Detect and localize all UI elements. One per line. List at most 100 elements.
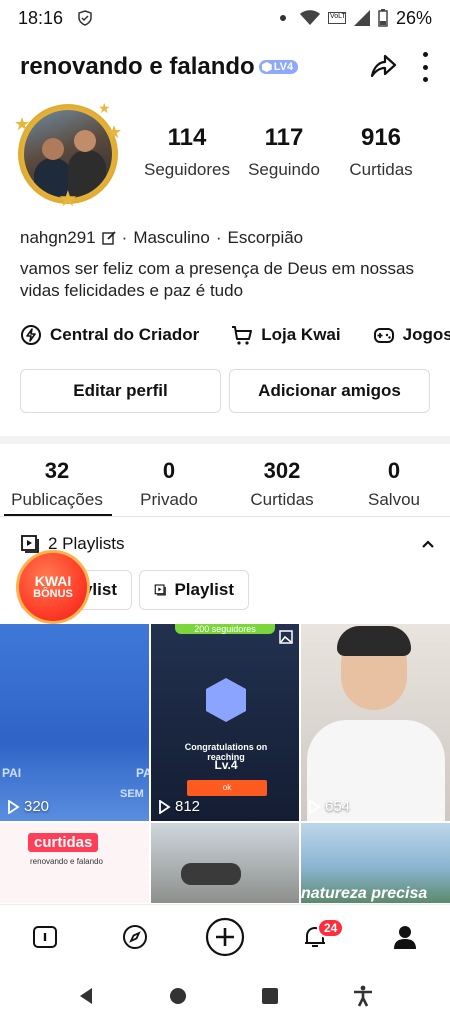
likes-stat[interactable]: 916 Curtidas (331, 124, 431, 180)
profile-info-line: nahgn291 · Masculino · Escorpião (20, 228, 303, 248)
followers-stat[interactable]: 114 Seguidores (137, 124, 237, 180)
more-dot-icon (422, 77, 428, 82)
star-icon: ★ (58, 186, 78, 211)
thumbnail-hair (337, 626, 411, 656)
compass-icon (123, 924, 147, 949)
level-badge[interactable]: LV4 (258, 60, 299, 74)
view-count-value: 654 (325, 798, 351, 815)
nav-discover[interactable] (107, 912, 163, 962)
tab-private-label: Privado (140, 490, 198, 509)
cart-icon (232, 326, 253, 345)
playlist-icon (154, 584, 166, 596)
followers-count: 114 (167, 124, 207, 151)
nav-create[interactable] (197, 912, 253, 962)
following-label: Seguindo (248, 160, 320, 179)
creator-center-link[interactable]: Central do Criador (20, 324, 199, 346)
nav-profile[interactable] (377, 912, 433, 962)
level-text: Lv.4 (214, 758, 238, 772)
following-count: 117 (264, 124, 304, 151)
tab-posts[interactable]: 32 Publicações (2, 458, 112, 510)
thumbnail-motorbike (181, 863, 241, 885)
image-icon (279, 630, 293, 644)
thumbnail-caption: renovando e falando (30, 857, 103, 866)
playlists-header[interactable]: 2 Playlists (20, 532, 436, 556)
edit-profile-button[interactable]: Editar perfil (20, 369, 221, 413)
tabs-divider (0, 516, 450, 517)
kwai-bonus-line2: BÔNUS (33, 587, 73, 600)
following-stat[interactable]: 117 Seguindo (234, 124, 334, 180)
status-bar: 18:16 VoLTE 26% (0, 0, 450, 36)
back-icon[interactable] (76, 986, 96, 1006)
kwai-bonus-line1: KWAI (34, 572, 72, 589)
accessibility-icon[interactable] (352, 985, 374, 1007)
share-icon (370, 54, 397, 78)
more-dot-icon (422, 64, 428, 70)
creator-center-label: Central do Criador (50, 325, 200, 344)
add-friends-button[interactable]: Adicionar amigos (229, 369, 430, 413)
tab-private-count: 0 (162, 458, 176, 483)
thumbnail-text: SEM (120, 788, 144, 800)
shield-icon (78, 10, 92, 26)
profile-bio: vamos ser feliz com a presença de Deus e… (20, 259, 415, 300)
likes-count: 916 (360, 124, 402, 151)
star-icon: ★ (98, 100, 111, 116)
home-circle-icon[interactable] (168, 986, 188, 1006)
wifi-icon (299, 10, 320, 25)
section-divider (0, 436, 450, 444)
video-thumbnail[interactable] (151, 823, 299, 903)
signal-icon (353, 10, 370, 26)
tab-posts-count: 32 (44, 458, 70, 483)
nav-home[interactable] (17, 912, 73, 962)
home-icon (33, 925, 57, 948)
system-nav-bar (0, 968, 450, 1024)
notification-dot-icon (279, 15, 286, 21)
video-thumbnail[interactable]: 654 (301, 624, 450, 821)
volte-icon: VoLTE (327, 12, 346, 24)
more-options-button[interactable] (420, 52, 430, 82)
kwai-bonus-button[interactable]: KWAI BÔNUS (16, 550, 90, 624)
nav-notifications[interactable]: 24 (287, 912, 345, 962)
edit-icon[interactable] (101, 231, 116, 245)
profile-sign: Escorpião (227, 228, 304, 247)
playlist-chip[interactable]: Playlist (139, 570, 249, 610)
tab-saved-count: 0 (387, 458, 401, 483)
followers-label: Seguidores (143, 160, 230, 179)
video-thumbnail[interactable]: natureza precisa (301, 823, 450, 903)
recents-icon[interactable] (260, 986, 280, 1006)
tab-private[interactable]: 0 Privado (114, 458, 224, 510)
avatar[interactable]: ★ ★ ★ ★ (14, 100, 123, 211)
star-icon: ★ (106, 122, 123, 142)
video-thumbnail[interactable]: curtidas renovando e falando (0, 823, 149, 903)
tab-likes[interactable]: 302 Curtidas (227, 458, 337, 510)
playlist-icon (21, 535, 39, 553)
thumbnail-overlay-text: natureza precisa (301, 885, 428, 902)
followers-tag: 200 seguidores (175, 624, 275, 634)
more-dot-icon (422, 52, 428, 57)
thumbnail-text: PAI (2, 766, 22, 780)
video-thumbnail[interactable]: PAI PA SEM 320 (0, 624, 149, 821)
share-button[interactable] (366, 50, 400, 84)
tab-saved[interactable]: 0 Salvou (339, 458, 449, 510)
profile-handle: nahgn291 (20, 228, 96, 247)
kwai-shop-link[interactable]: Loja Kwai (231, 324, 341, 346)
separator: · (215, 228, 222, 247)
thumbnail-text: PA (136, 766, 149, 780)
star-icon: ★ (14, 114, 31, 134)
view-count-value: 320 (24, 798, 50, 815)
profile-header: renovando e falando LV4 (20, 44, 430, 90)
chevron-up-icon[interactable] (420, 536, 436, 552)
gamepad-icon (373, 328, 394, 343)
separator: · (121, 228, 128, 247)
tab-likes-count: 302 (263, 458, 301, 483)
video-thumbnail[interactable]: 200 seguidores Congratulations on reachi… (151, 624, 299, 821)
view-count-value: 812 (175, 798, 201, 815)
bottom-nav: 24 (0, 904, 450, 968)
tab-saved-label: Salvou (368, 490, 420, 509)
status-time: 18:16 (18, 7, 64, 28)
kwai-shop-label: Loja Kwai (261, 325, 341, 344)
play-icon (8, 799, 20, 814)
active-tab-indicator (4, 514, 112, 516)
games-link[interactable]: Jogos (373, 324, 450, 346)
level-badge-label: LV4 (273, 61, 294, 73)
avatar-photo (24, 110, 112, 198)
